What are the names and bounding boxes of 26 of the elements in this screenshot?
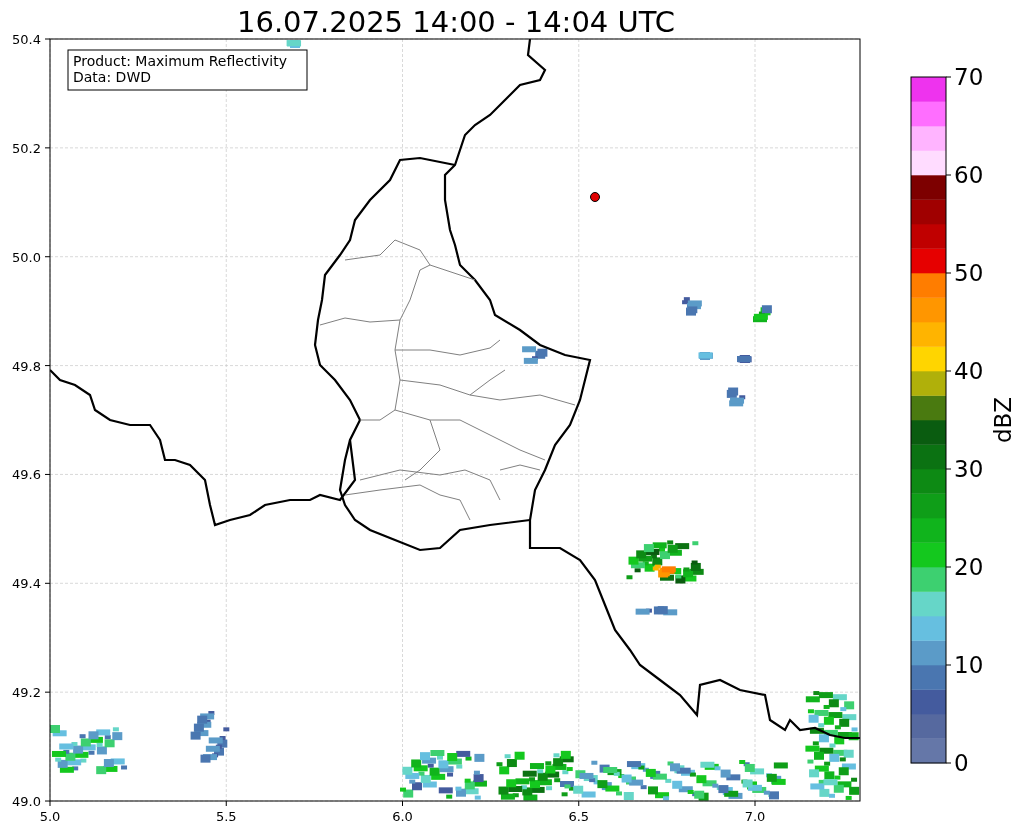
axis-tick-label: 49.0 <box>12 794 41 809</box>
colorbar-tick-label: 0 <box>954 750 969 776</box>
axis-tick-label: 50.4 <box>12 32 41 47</box>
colorbar-tick-label: 30 <box>954 456 984 482</box>
axis-tick-label: 50.0 <box>12 249 41 265</box>
axis-tick-label: 49.8 <box>12 358 41 374</box>
axis-tick-label: 50.2 <box>12 140 41 156</box>
axis-tick-label: 6.0 <box>392 809 413 824</box>
colorbar-tick-label: 70 <box>954 64 984 90</box>
axis-tick-label: 5.5 <box>215 809 237 824</box>
chart-title: 16.07.2025 14:00 - 14:04 UTC <box>237 5 675 39</box>
legend-text: Product: Maximum Reflectivity <box>73 53 287 69</box>
axis-tick-label: 49.2 <box>12 685 41 701</box>
legend-text: Data: DWD <box>73 69 151 85</box>
axis-tick-label: 49.6 <box>12 467 41 483</box>
colorbar-tick-label: 20 <box>954 554 984 580</box>
colorbar-tick-label: 40 <box>954 358 984 384</box>
axis-tick-label: 6.5 <box>568 809 590 824</box>
colorbar-tick-label: 60 <box>954 162 984 188</box>
axis-tick-label: 7.0 <box>744 809 766 824</box>
axis-tick-label: 49.4 <box>12 576 41 592</box>
colorbar-label: dBZ <box>990 396 1016 444</box>
colorbar-tick-label: 10 <box>954 652 984 678</box>
colorbar-tick-label: 50 <box>954 260 984 286</box>
location-marker <box>590 192 600 202</box>
axis-tick-label: 5.0 <box>39 809 61 824</box>
